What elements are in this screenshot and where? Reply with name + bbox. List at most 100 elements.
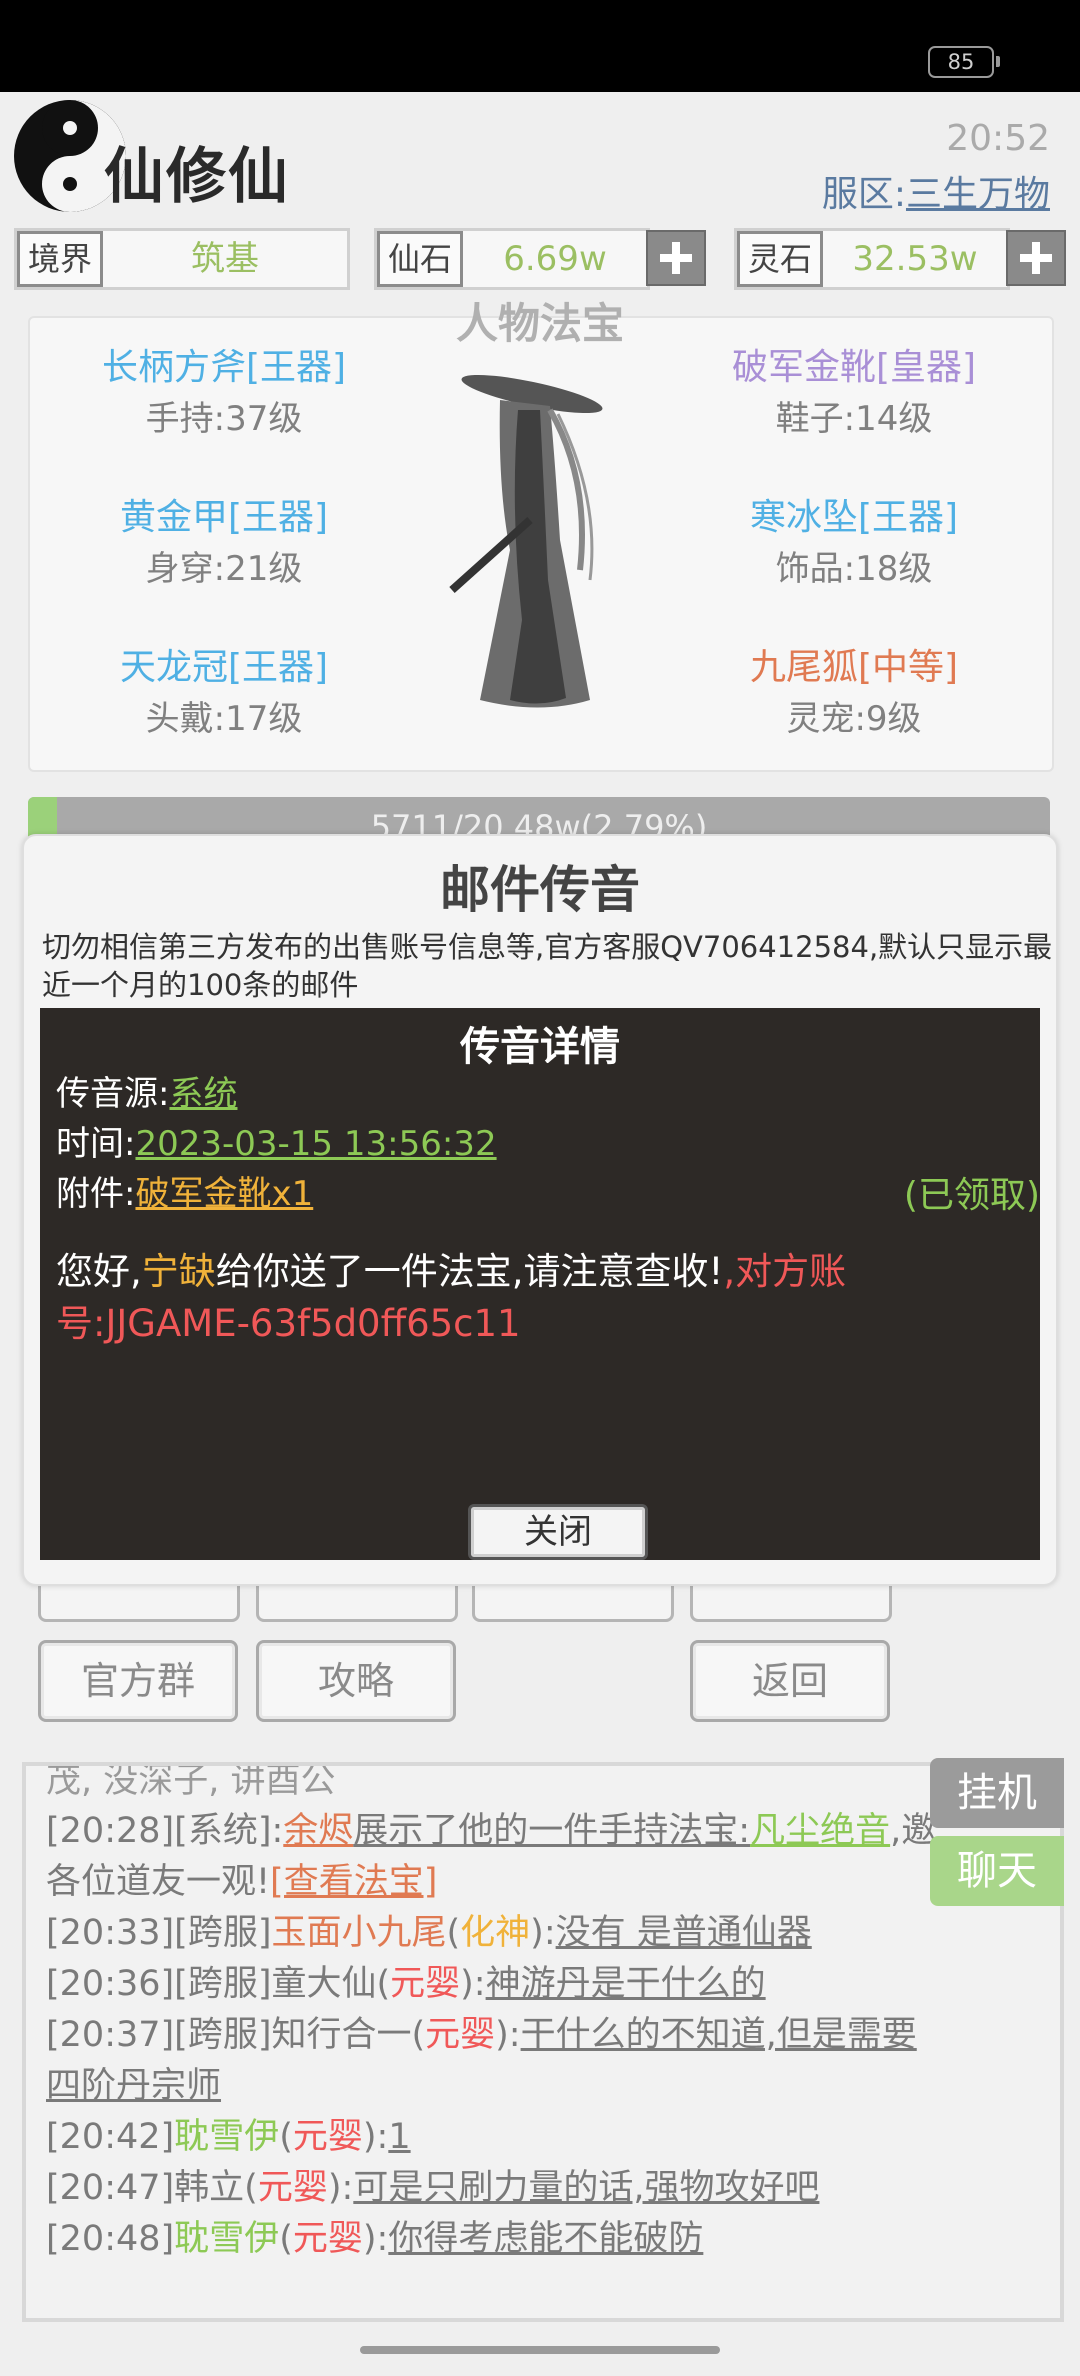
character-figure-icon <box>449 374 603 708</box>
mail-detail-title: 传音详情 <box>460 1024 620 1070</box>
mail-sender-name: 宁缺 <box>141 1250 216 1293</box>
chat-message: 可是只刷力量的话,强物攻好吧 <box>353 2168 820 2208</box>
chat-player-name[interactable]: 耽雪伊 <box>174 2219 279 2259</box>
chat-line: 各位道友一观![查看法宝] <box>46 1857 1046 1908</box>
chat-realm: 化神 <box>460 1913 531 1953</box>
chat-line: [20:33][跨服]玉面小九尾(化神):没有 是普通仙器 <box>46 1908 1046 1959</box>
chat-line-cut: 茂, 没深子, 讲酉公 <box>46 1762 336 1801</box>
equip-level: 灵宠:9级 <box>786 699 922 739</box>
chat-text: ): <box>530 1913 556 1953</box>
chat-prefix: [20:42] <box>46 2117 175 2157</box>
chat-player-name[interactable]: 余烬 <box>283 1811 353 1851</box>
spirit-stone-stat: 灵石 32.53w <box>734 228 1010 290</box>
server-info: 服区:三生万物 <box>822 165 1050 217</box>
official-group-button[interactable]: 官方群 <box>38 1640 238 1722</box>
server-label: 服区: <box>821 174 906 215</box>
game-clock: 20:52 <box>946 118 1050 159</box>
chat-prefix: [20:47]韩立( <box>46 2168 258 2208</box>
chat-line: [20:48]耽雪伊(元婴):你得考虑能不能破防 <box>46 2214 1046 2265</box>
chat-line: [20:47]韩立(元婴):可是只刷力量的话,强物攻好吧 <box>46 2163 1046 2214</box>
equip-name: 九尾狐[中等] <box>749 647 959 688</box>
add-immortal-stone-button[interactable] <box>646 230 706 286</box>
chat-text: ): <box>327 2168 354 2208</box>
chat-prefix: [20:36][跨服]童大仙( <box>46 1964 391 2004</box>
chat-text: 各位道友一观! <box>46 1862 271 1902</box>
chat-prefix: [20:48] <box>46 2219 175 2259</box>
chat-realm: 元婴 <box>257 2168 328 2208</box>
chat-text: ): <box>495 2015 521 2055</box>
chat-message: 你得考虑能不能破防 <box>388 2219 704 2259</box>
chat-prefix: [20:28][系统]: <box>46 1811 284 1851</box>
chat-text: 展示了他的一件手持法宝: <box>353 1811 751 1851</box>
chat-message: 四阶丹宗师 <box>46 2066 222 2106</box>
chat-message: 神游丹是干什么的 <box>485 1964 766 2004</box>
equip-slot-boots[interactable]: 破军金靴[皇器] 鞋子:14级 <box>704 344 1004 446</box>
equip-level: 手持:37级 <box>145 399 303 439</box>
equip-name: 天龙冠[王器] <box>119 647 329 688</box>
realm-value: 筑基 <box>191 239 259 279</box>
chat-prefix: [20:33][跨服] <box>46 1913 272 1953</box>
equip-name: 黄金甲[王器] <box>119 497 329 538</box>
mail-modal-title: 邮件传音 <box>440 861 640 919</box>
equip-slot-helmet[interactable]: 天龙冠[王器] 头戴:17级 <box>74 644 374 746</box>
spirit-stone-value: 32.53w <box>852 239 978 279</box>
mail-modal: 邮件传音 切勿相信第三方发布的出售账号信息等,官方客服QV706412584,默… <box>22 834 1058 1586</box>
mail-message-greeting: 您好, <box>56 1250 142 1293</box>
equip-slot-pet[interactable]: 九尾狐[中等] 灵宠:9级 <box>704 644 1004 746</box>
chat-line: [20:36][跨服]童大仙(元婴):神游丹是干什么的 <box>46 1959 1046 2010</box>
add-spirit-stone-button[interactable] <box>1006 230 1066 286</box>
equip-level: 身穿:21级 <box>145 549 303 589</box>
chat-player-name[interactable]: 玉面小九尾 <box>271 1913 446 1953</box>
equip-slot-armor[interactable]: 黄金甲[王器] 身穿:21级 <box>74 494 374 596</box>
immortal-stone-stat: 仙石 6.69w <box>374 228 650 290</box>
server-name-link[interactable]: 三生万物 <box>906 174 1050 215</box>
equip-name: 长柄方斧[王器] <box>101 347 347 388</box>
chat-toggle-button[interactable]: 聊天 <box>930 1836 1064 1906</box>
chat-realm: 元婴 <box>292 2117 363 2157</box>
status-bar: 85 <box>0 0 1080 92</box>
realm-stat: 境界 筑基 <box>14 228 350 290</box>
mail-attachment-label: 附件: <box>56 1174 136 1214</box>
idle-button[interactable]: 挂机 <box>930 1758 1064 1828</box>
view-treasure-link[interactable]: [查看法宝] <box>270 1862 437 1902</box>
chat-realm: 元婴 <box>390 1964 461 2004</box>
mail-time-value: 2023-03-15 13:56:32 <box>135 1124 497 1164</box>
chat-player-name[interactable]: 耽雪伊 <box>174 2117 279 2157</box>
equip-slot-weapon[interactable]: 长柄方斧[王器] 手持:37级 <box>74 344 374 446</box>
chat-panel[interactable]: 茂, 没深子, 讲酉公 [20:28][系统]:余烬展示了他的一件手持法宝:凡尘… <box>22 1762 1064 2322</box>
home-indicator[interactable] <box>360 2346 720 2354</box>
immortal-stone-value: 6.69w <box>503 239 607 279</box>
mail-claimed-status: (已领取) <box>903 1175 1040 1216</box>
chat-message: 没有 是普通仙器 <box>555 1913 812 1953</box>
chat-line: [20:37][跨服]知行合一(元婴):干什么的不知道,但是需要 <box>46 2010 1046 2061</box>
equipment-title: 人物法宝 <box>455 299 624 348</box>
mail-source-row: 传音源:系统 <box>56 1066 237 1115</box>
mail-time-row: 时间:2023-03-15 13:56:32 <box>56 1116 497 1165</box>
equip-name: 寒冰坠[王器] <box>749 497 959 538</box>
guide-button[interactable]: 攻略 <box>256 1640 456 1722</box>
mail-message-body: 您好,宁缺给你送了一件法宝,请注意查收!,对方账号:JJGAME-63f5d0f… <box>56 1246 1016 1350</box>
back-button[interactable]: 返回 <box>690 1640 890 1722</box>
equip-level: 饰品:18级 <box>775 549 933 589</box>
app-title: 仙修仙 <box>104 142 290 212</box>
mail-detail-panel: 传音详情 传音源:系统 时间:2023-03-15 13:56:32 附件:破军… <box>40 1008 1040 1560</box>
chat-realm: 元婴 <box>425 2015 496 2055</box>
equip-slot-accessory[interactable]: 寒冰坠[王器] 饰品:18级 <box>704 494 1004 596</box>
mail-attachment-link[interactable]: 破军金靴x1 <box>135 1174 313 1214</box>
mail-message-content: 给你送了一件法宝,请注意查收! <box>215 1250 724 1293</box>
chat-text: ): <box>362 2219 389 2259</box>
equip-level: 鞋子:14级 <box>775 399 933 439</box>
chat-realm: 元婴 <box>292 2219 363 2259</box>
mail-source-value: 系统 <box>169 1074 238 1114</box>
mail-source-label: 传音源: <box>56 1074 170 1114</box>
close-button[interactable]: 关闭 <box>468 1504 648 1560</box>
chat-item-link[interactable]: 凡尘绝音 <box>750 1811 890 1851</box>
mail-time-label: 时间: <box>56 1124 136 1164</box>
chat-text: ): <box>362 2117 389 2157</box>
equip-level: 头戴:17级 <box>145 699 303 739</box>
chat-text: ( <box>279 2117 293 2157</box>
chat-line: 四阶丹宗师 <box>46 2061 1046 2112</box>
mail-modal-description: 切勿相信第三方发布的出售账号信息等,官方客服QV706412584,默认只显示最… <box>42 930 1053 1002</box>
chat-line: [20:42]耽雪伊(元婴):1 <box>46 2112 1046 2163</box>
chat-prefix: [20:37][跨服]知行合一( <box>46 2015 426 2055</box>
